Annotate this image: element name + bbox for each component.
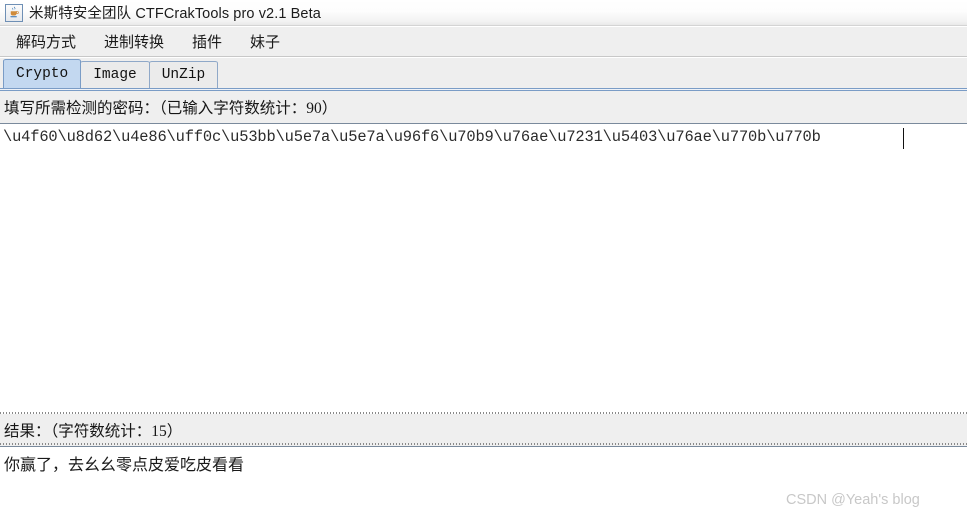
result-label-strip: 结果：（字符数统计：15） bbox=[0, 414, 967, 446]
watermark-label: CSDN @Yeah's blog bbox=[786, 492, 920, 508]
tab-unzip[interactable]: UnZip bbox=[148, 61, 219, 88]
menubar: 解码方式 进制转换 插件 妹子 bbox=[0, 27, 967, 57]
window-title: 米斯特安全团队 CTFCrakTools pro v2.1 Beta bbox=[29, 6, 321, 22]
tab-image[interactable]: Image bbox=[80, 61, 150, 88]
panel-separator-bottom bbox=[0, 443, 967, 445]
text-caret bbox=[903, 128, 904, 149]
menu-item-girls[interactable]: 妹子 bbox=[236, 29, 294, 54]
menu-item-decode-methods[interactable]: 解码方式 bbox=[2, 29, 90, 54]
input-panel-label: 填写所需检测的密码：（已输入字符数统计：90） bbox=[4, 100, 338, 117]
tab-list: Crypto Image UnZip bbox=[3, 59, 219, 88]
window-titlebar: 米斯特安全团队 CTFCrakTools pro v2.1 Beta bbox=[0, 0, 967, 26]
tab-crypto[interactable]: Crypto bbox=[3, 59, 82, 88]
password-input-textarea[interactable]: \u4f60\u8d62\u4e86\uff0c\u53bb\u5e7a\u5e… bbox=[0, 125, 967, 411]
input-label-strip: 填写所需检测的密码：（已输入字符数统计：90） bbox=[0, 91, 967, 124]
result-output-textarea[interactable]: 你赢了，去幺幺零点皮爱吃皮看看 bbox=[0, 447, 967, 526]
tabstrip: Crypto Image UnZip bbox=[0, 58, 967, 91]
menu-item-plugins[interactable]: 插件 bbox=[178, 29, 236, 54]
application-window: 米斯特安全团队 CTFCrakTools pro v2.1 Beta 解码方式 … bbox=[0, 0, 967, 526]
result-output-value: 你赢了，去幺幺零点皮爱吃皮看看 bbox=[4, 457, 245, 474]
result-panel-label: 结果：（字符数统计：15） bbox=[4, 423, 183, 440]
password-input-value: \u4f60\u8d62\u4e86\uff0c\u53bb\u5e7a\u5e… bbox=[3, 128, 821, 146]
java-coffee-cup-icon bbox=[5, 3, 23, 22]
menu-item-base-conversion[interactable]: 进制转换 bbox=[90, 29, 178, 54]
